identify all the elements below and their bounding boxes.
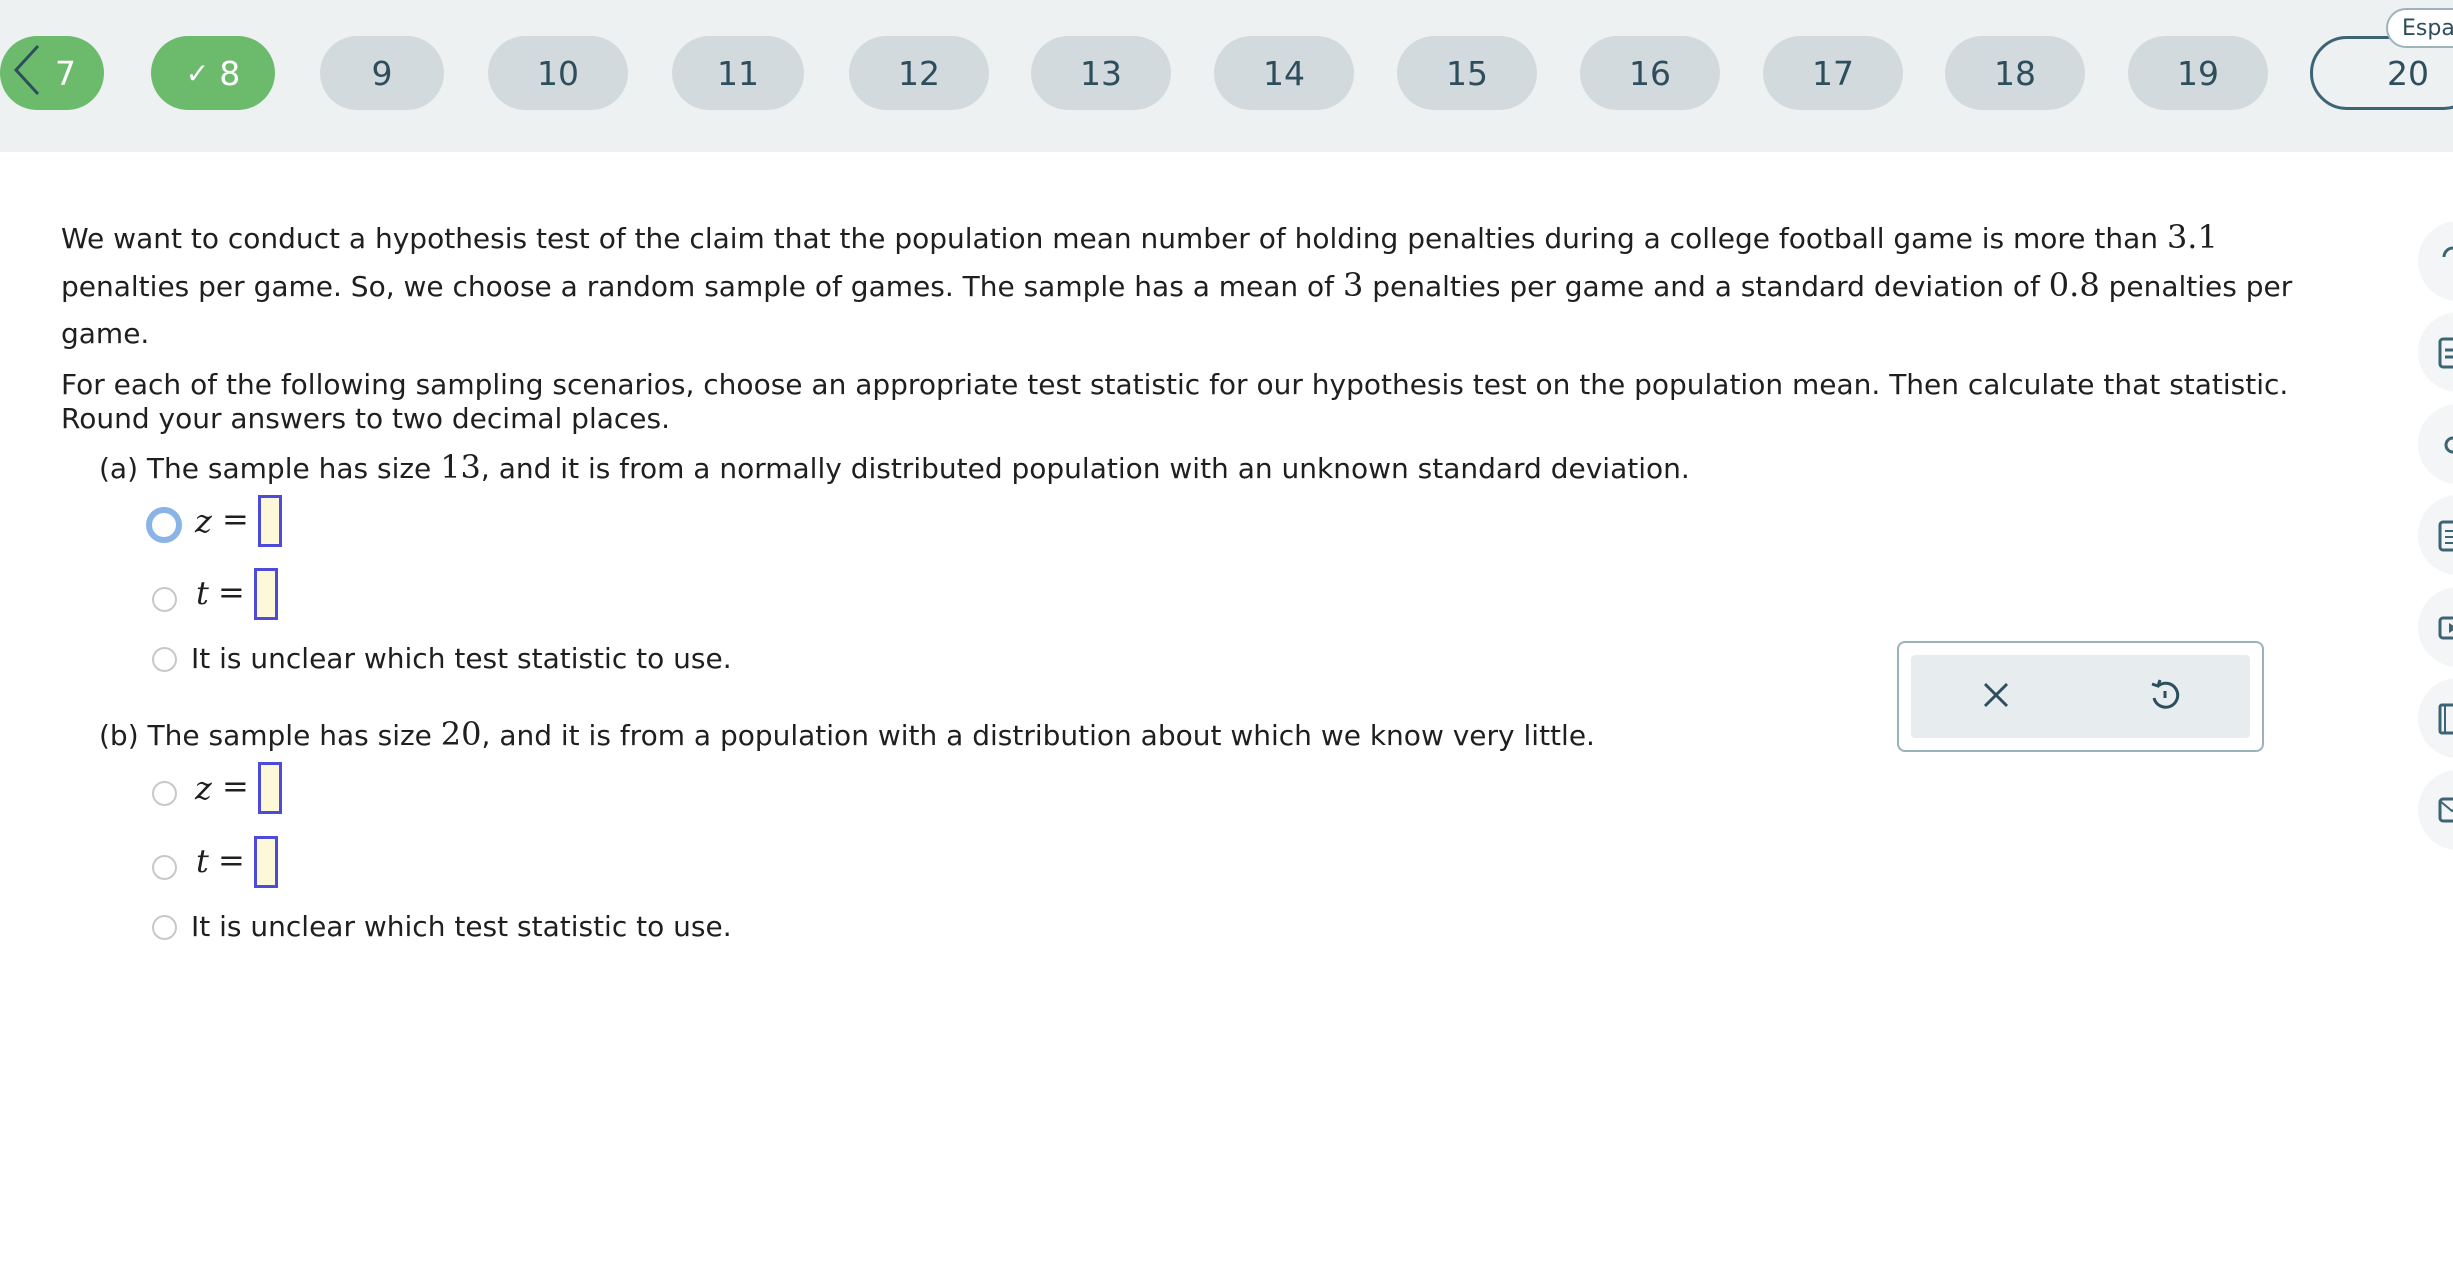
nav-item-18[interactable]: 18 — [1945, 36, 2085, 110]
part-b-t-symbol: t — [196, 842, 209, 880]
nav-item-label: 9 — [371, 53, 393, 93]
nav-item-9[interactable]: 9 — [320, 36, 444, 110]
nav-item-label: 19 — [2177, 53, 2219, 93]
nav-item-label: 8 — [219, 53, 241, 93]
part-a-t-answer-input[interactable] — [254, 568, 278, 620]
nav-item-label: 17 — [1812, 53, 1854, 93]
part-a-t-equals: = — [218, 573, 245, 611]
problem-text: We want to conduct a hypothesis test of … — [61, 222, 2167, 255]
instructions: For each of the following sampling scena… — [61, 368, 2311, 436]
check-icon: ✓ — [185, 56, 210, 90]
nav-item-14[interactable]: 14 — [1214, 36, 1354, 110]
claim-mean-value: 3.1 — [2166, 218, 2218, 256]
part-b-unclear-label: It is unclear which test statistic to us… — [191, 910, 732, 943]
nav-item-12[interactable]: 12 — [849, 36, 989, 110]
nav-item-label: 16 — [1629, 53, 1671, 93]
nav-item-label: 13 — [1080, 53, 1122, 93]
part-a-t-radio[interactable] — [152, 587, 177, 612]
part-b-t-answer-input[interactable] — [254, 836, 278, 888]
part-label: (a) — [99, 452, 139, 485]
question-nav-bar: 7 ✓ 8 9 10 11 12 13 14 15 16 17 18 19 20… — [0, 0, 2453, 152]
nav-item-label: 18 — [1994, 53, 2036, 93]
language-toggle-button[interactable]: Espa — [2386, 8, 2453, 48]
part-b-z-radio[interactable] — [152, 781, 177, 806]
list-icon[interactable] — [2418, 495, 2453, 575]
part-b-unclear-radio[interactable] — [152, 915, 177, 940]
nav-item-11[interactable]: 11 — [672, 36, 804, 110]
part-label: (b) — [99, 719, 139, 752]
nav-item-15[interactable]: 15 — [1397, 36, 1537, 110]
part-a-z-symbol: z — [195, 502, 212, 540]
help-icon[interactable] — [2418, 221, 2453, 301]
part-text: The sample has size — [147, 719, 441, 752]
part-b-z-answer-input[interactable] — [258, 762, 282, 814]
calculator-icon[interactable] — [2418, 312, 2453, 392]
reading-icon[interactable] — [2418, 404, 2453, 484]
undo-icon — [2148, 678, 2182, 716]
part-b-t-radio[interactable] — [152, 855, 177, 880]
part-b-prompt: (b) The sample has size 20, and it is fr… — [99, 714, 1595, 756]
part-b-z-equals: = — [222, 767, 249, 805]
nav-item-label: 14 — [1263, 53, 1305, 93]
answer-tools-bar — [1911, 655, 2250, 738]
sample-sd-value: 0.8 — [2048, 266, 2100, 304]
part-text: , and it is from a normally distributed … — [480, 452, 1690, 485]
part-a-z-answer-input[interactable] — [258, 495, 282, 547]
book-icon[interactable] — [2418, 678, 2453, 758]
nav-item-8[interactable]: ✓ 8 — [151, 36, 275, 110]
part-a-unclear-label: It is unclear which test statistic to us… — [191, 642, 732, 675]
part-a-prompt: (a) The sample has size 13, and it is fr… — [99, 447, 1690, 489]
sample-mean-value: 3 — [1342, 266, 1364, 304]
nav-item-label: 11 — [717, 53, 759, 93]
nav-item-17[interactable]: 17 — [1763, 36, 1903, 110]
sample-size-value: 13 — [440, 448, 481, 486]
undo-button[interactable] — [2080, 655, 2250, 738]
part-text: The sample has size — [146, 452, 441, 485]
language-toggle-label: Espa — [2402, 16, 2453, 41]
nav-item-label: 20 — [2387, 53, 2429, 93]
message-icon[interactable] — [2418, 770, 2453, 850]
sample-size-value: 20 — [440, 715, 482, 753]
nav-item-13[interactable]: 13 — [1031, 36, 1171, 110]
nav-item-label: 15 — [1446, 53, 1488, 93]
part-text: , and it is from a population with a dis… — [481, 719, 1595, 752]
part-b-z-symbol: z — [195, 769, 212, 807]
problem-text: penalties per game and a standard deviat… — [1363, 270, 2049, 303]
nav-item-label: 12 — [898, 53, 940, 93]
part-a-z-equals: = — [222, 500, 249, 538]
part-a-t-symbol: t — [196, 574, 209, 612]
chevron-left-icon[interactable] — [2, 32, 52, 108]
part-b-t-equals: = — [218, 841, 245, 879]
nav-item-label: 7 — [55, 53, 76, 93]
close-icon — [1982, 681, 2010, 713]
nav-item-label: 10 — [537, 53, 579, 93]
problem-text: penalties per game. So, we choose a rand… — [61, 270, 1343, 303]
problem-statement: We want to conduct a hypothesis test of … — [61, 214, 2311, 357]
clear-button[interactable] — [1911, 655, 2081, 738]
video-icon[interactable] — [2418, 587, 2453, 667]
part-a-unclear-radio[interactable] — [152, 647, 177, 672]
answer-tools-panel — [1897, 641, 2264, 752]
nav-item-19[interactable]: 19 — [2128, 36, 2268, 110]
part-a-z-radio[interactable] — [146, 507, 182, 543]
instructions-text: For each of the following sampling scena… — [61, 368, 2289, 435]
nav-item-16[interactable]: 16 — [1580, 36, 1720, 110]
nav-item-10[interactable]: 10 — [488, 36, 628, 110]
